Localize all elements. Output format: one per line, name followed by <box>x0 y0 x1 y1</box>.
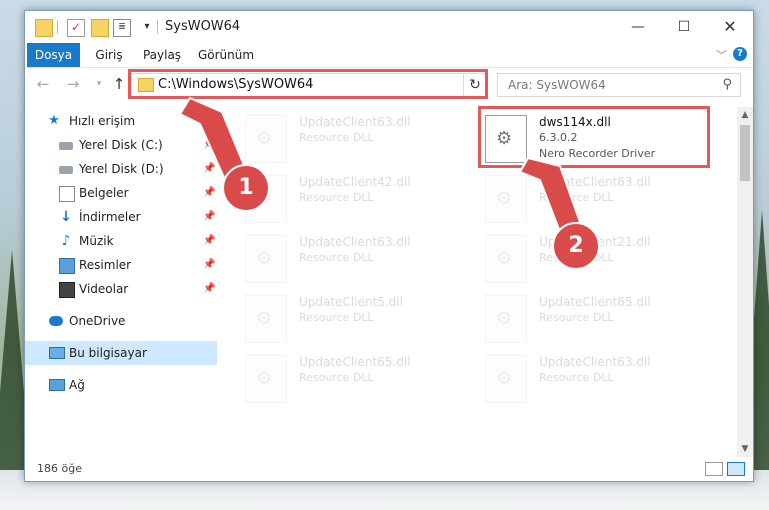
callout-step-1: 1 <box>222 164 270 212</box>
arrow-2 <box>518 156 582 234</box>
tutorial-arrows <box>178 96 582 234</box>
callout-step-2: 2 <box>552 222 600 270</box>
